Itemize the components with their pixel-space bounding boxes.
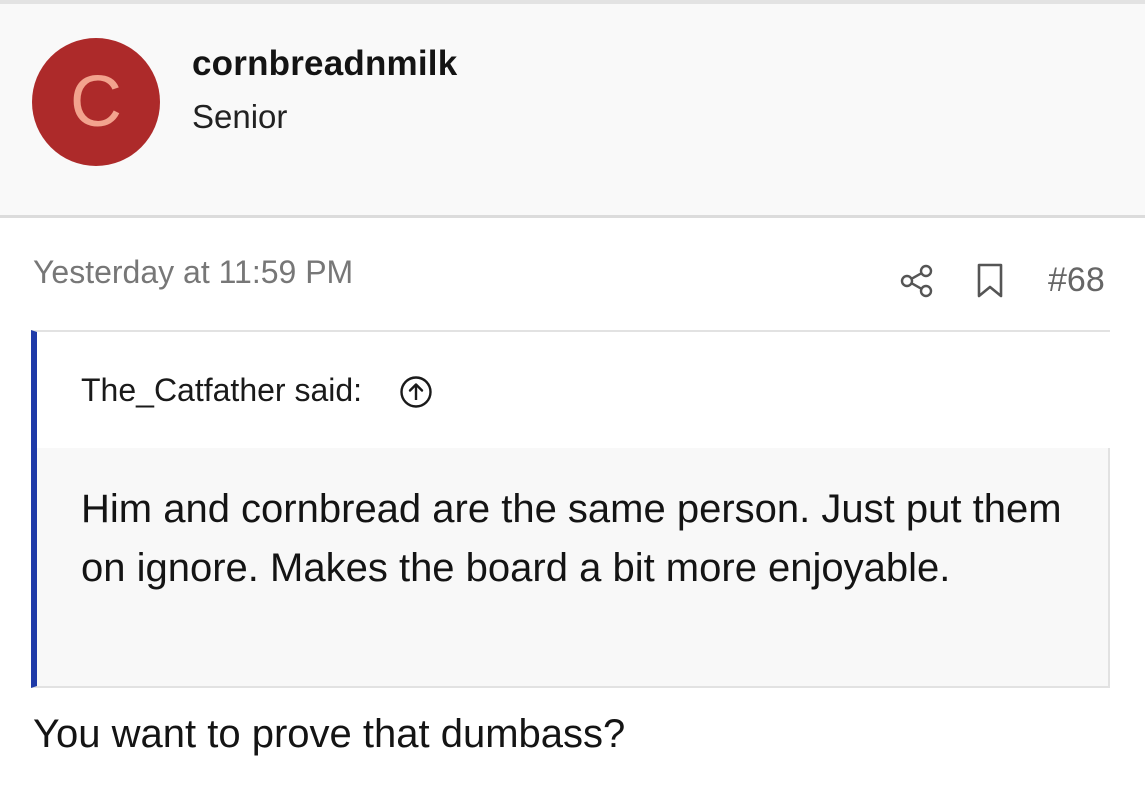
post-body: You want to prove that dumbass? <box>33 712 626 756</box>
quote-jump-button[interactable] <box>399 375 433 409</box>
post-number[interactable]: #68 <box>1048 261 1105 300</box>
quote-author[interactable]: The_Catfather <box>81 372 286 408</box>
arrow-up-circle-icon <box>400 376 432 408</box>
bookmark-icon <box>977 263 1003 298</box>
bookmark-button[interactable] <box>974 262 1006 300</box>
avatar[interactable]: C <box>32 38 160 166</box>
quote-block: The_Catfather said: Him and cornbread ar… <box>31 330 1110 688</box>
post-timestamp[interactable]: Yesterday at 11:59 PM <box>33 254 353 291</box>
quote-header: The_Catfather said: <box>37 332 1110 448</box>
quote-body: Him and cornbread are the same person. J… <box>81 487 1062 590</box>
share-button[interactable] <box>898 262 936 300</box>
author-username[interactable]: cornbreadnmilk <box>192 44 457 84</box>
author-title: Senior <box>192 98 288 135</box>
quote-attribution: The_Catfather said: <box>81 372 362 409</box>
quote-said-label: said: <box>285 372 363 408</box>
post-author-block: C cornbreadnmilk Senior <box>0 4 1145 218</box>
avatar-letter: C <box>70 62 122 142</box>
share-icon <box>900 264 933 298</box>
